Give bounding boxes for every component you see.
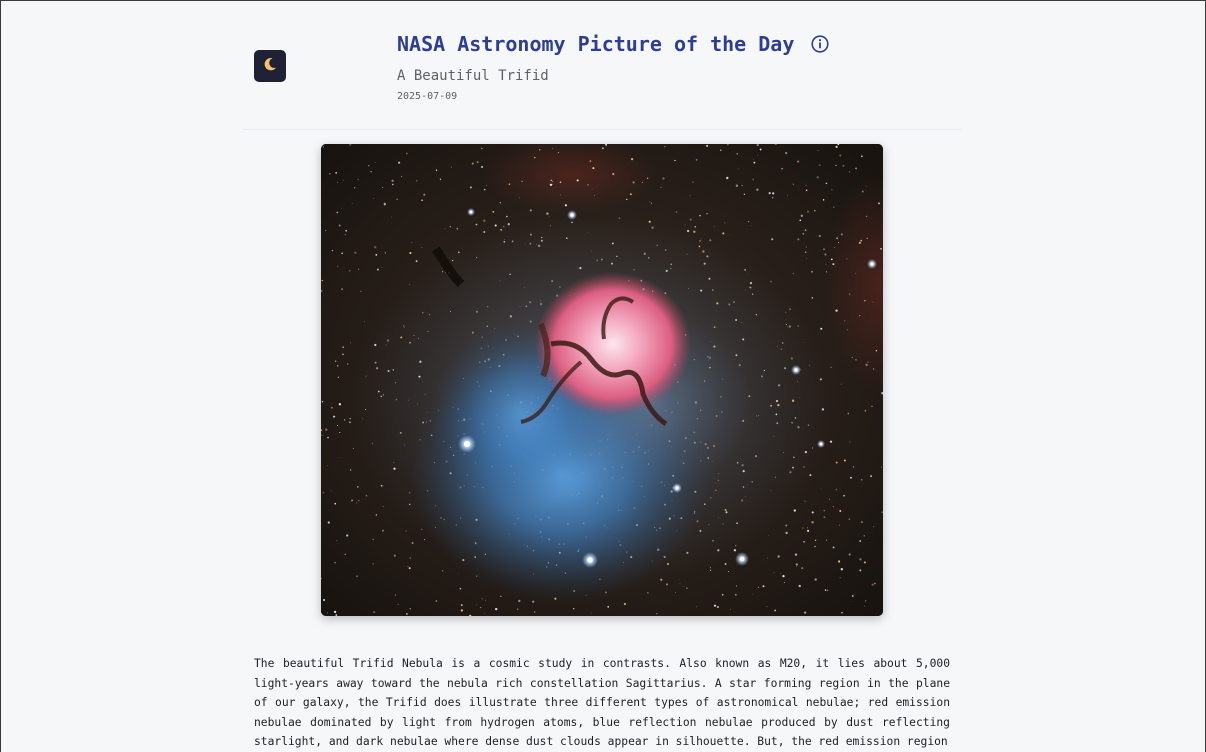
page-title: NASA Astronomy Picture of the Day (397, 32, 795, 56)
info-button[interactable] (811, 35, 829, 53)
page-header: NASA Astronomy Picture of the Day A Beau… (397, 31, 829, 103)
explanation-text: The beautiful Trifid Nebula is a cosmic … (254, 657, 950, 748)
moon-icon (262, 56, 278, 76)
app-logo[interactable] (254, 50, 286, 82)
apod-image[interactable] (321, 144, 883, 616)
picture-date: 2025-07-09 (397, 91, 458, 102)
header-divider (243, 129, 961, 130)
info-icon (811, 35, 829, 53)
picture-title: A Beautiful Trifid (397, 68, 549, 84)
